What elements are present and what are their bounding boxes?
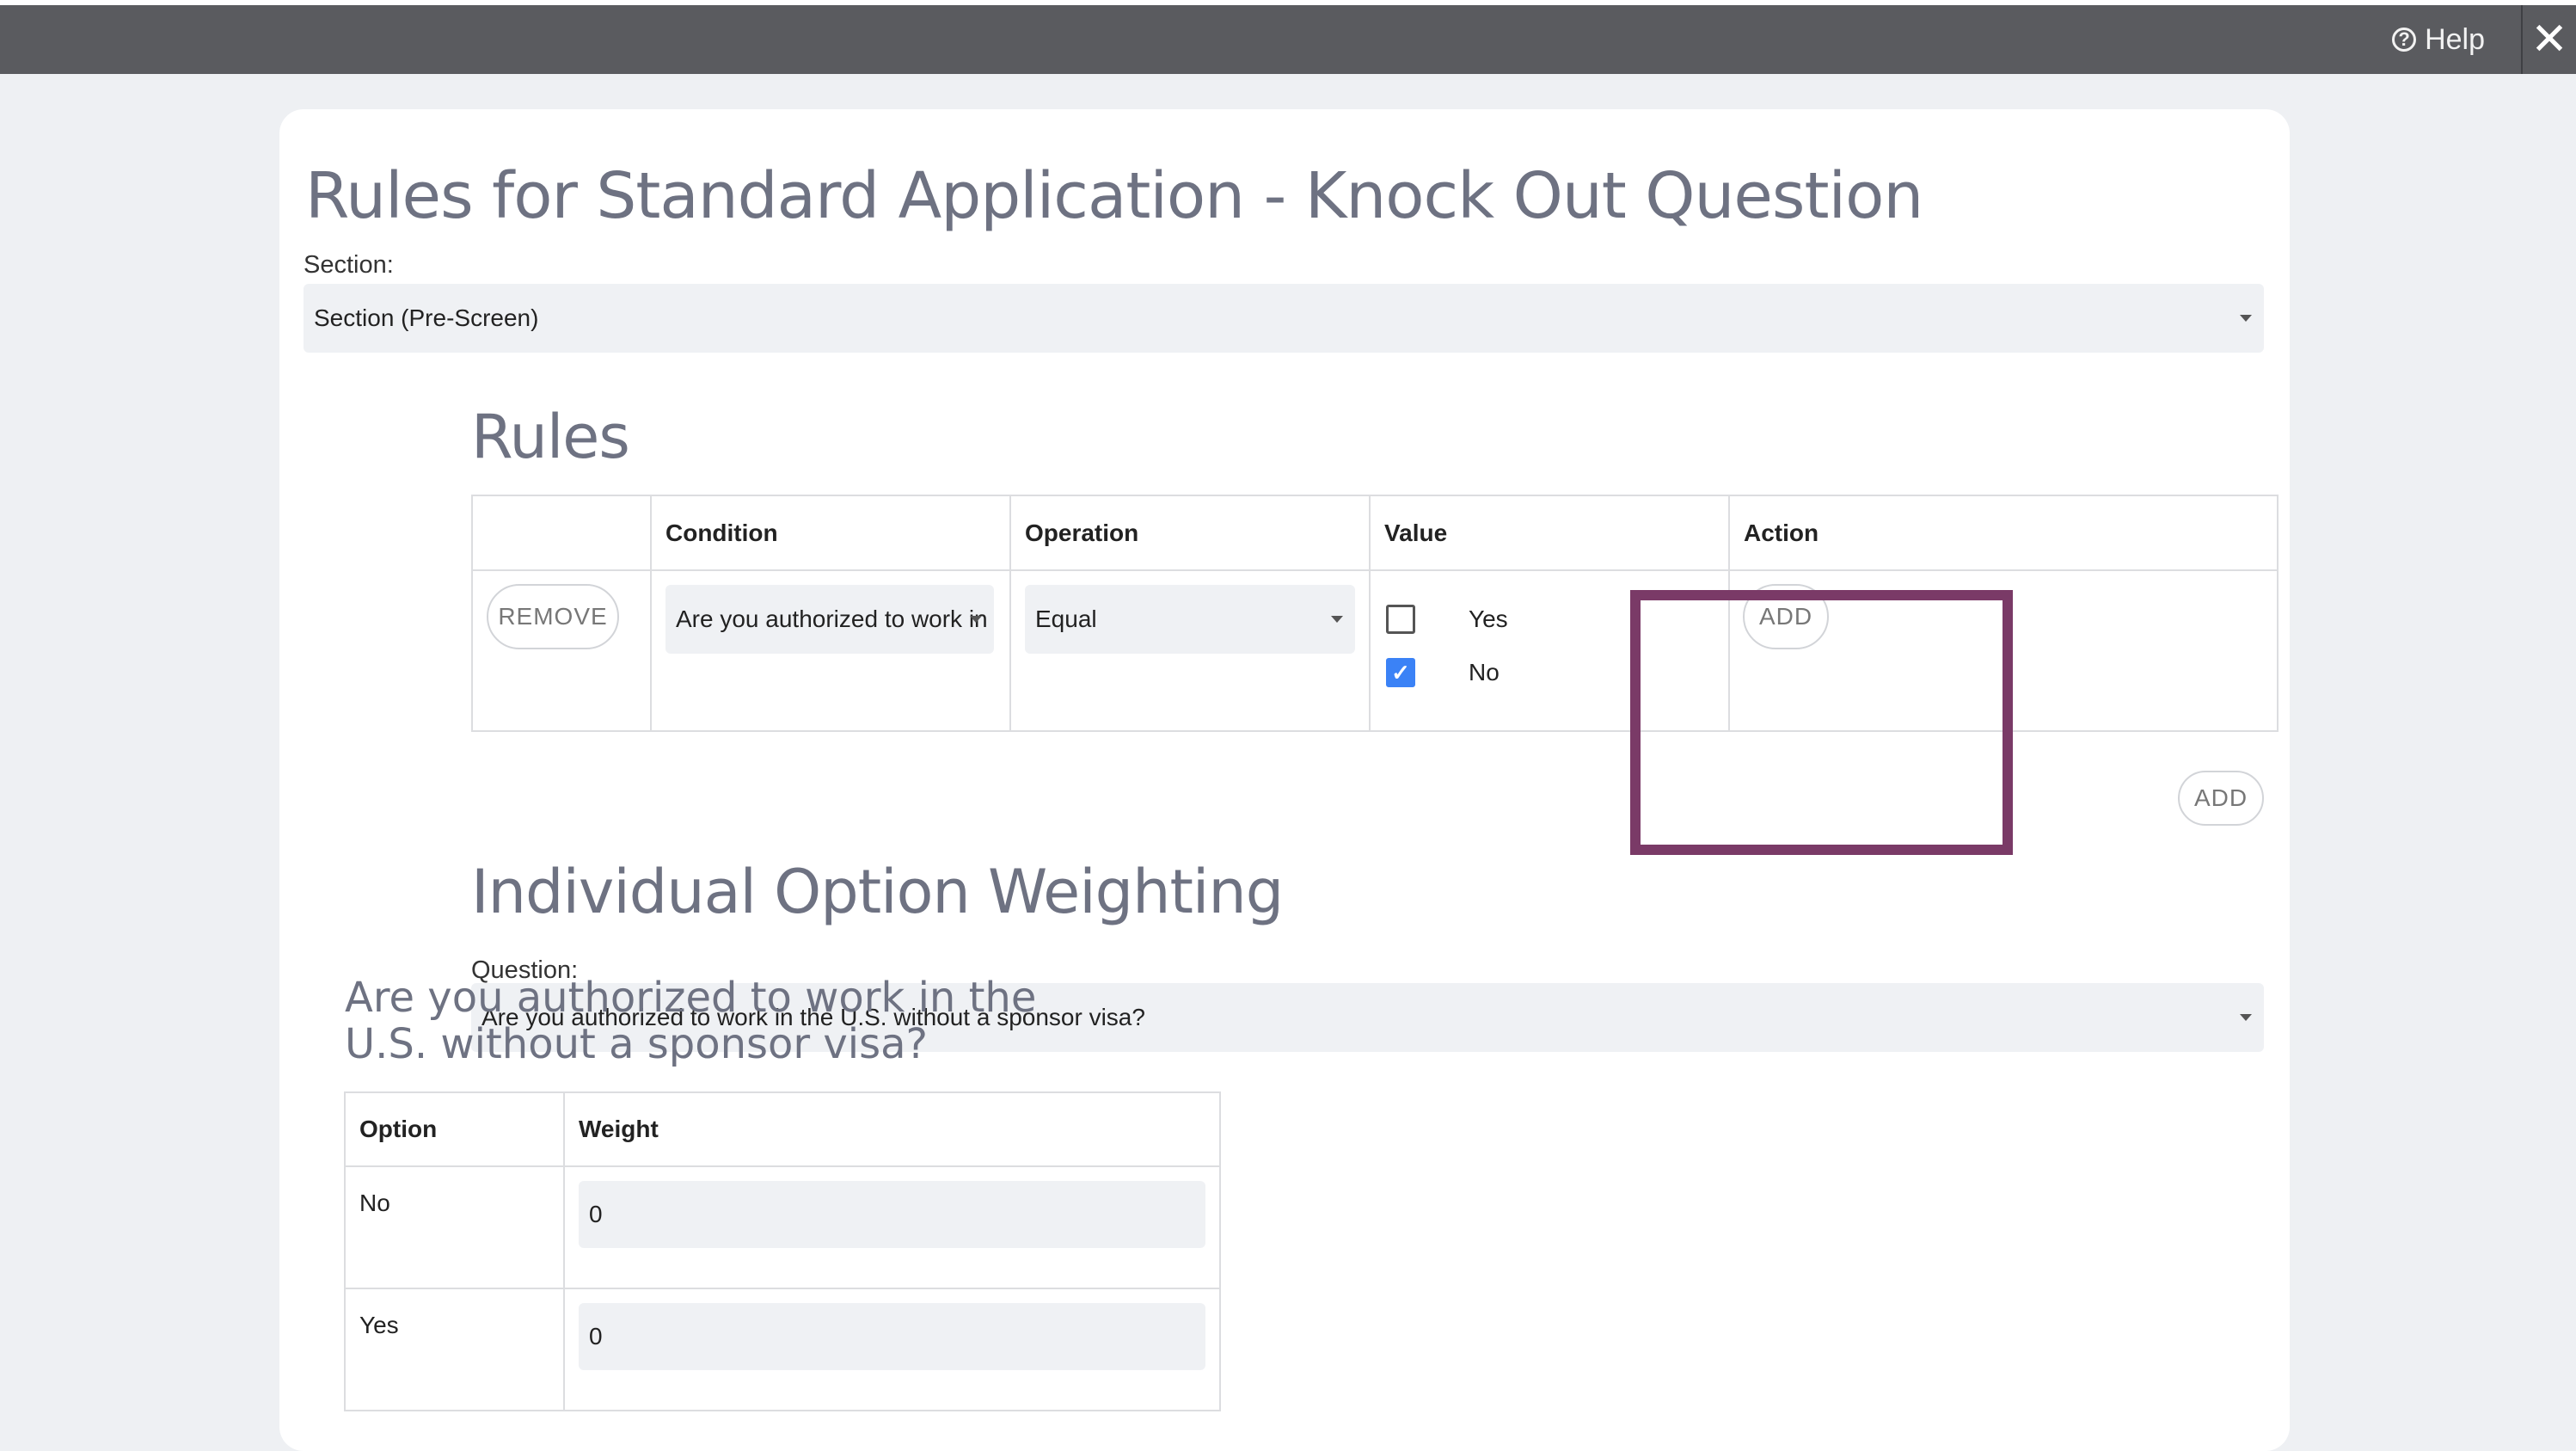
operation-select-value: Equal <box>1035 606 1097 632</box>
remove-cell: REMOVE <box>471 569 652 732</box>
weight-cell <box>563 1165 1221 1289</box>
top-bar: ? Help ✕ <box>0 5 2576 74</box>
close-button[interactable]: ✕ <box>2523 5 2576 74</box>
help-label: Help <box>2425 22 2485 56</box>
column-header-option: Option <box>344 1091 565 1167</box>
condition-select-value: Are you authorized to work in the U.S. w… <box>676 606 994 632</box>
rules-table: Condition Operation Value Action REMOVE … <box>471 495 2279 732</box>
checkbox-no[interactable]: ✓ <box>1386 658 1415 687</box>
question-title: Are you authorized to work in the U.S. w… <box>345 974 1037 1068</box>
checkbox-no-label: No <box>1469 659 1500 686</box>
option-cell: Yes <box>344 1288 565 1411</box>
page-title: Rules for Standard Application - Knock O… <box>305 159 1923 233</box>
column-header-condition: Condition <box>650 495 1011 571</box>
column-header-blank <box>471 495 652 571</box>
option-no: ✓ No <box>1371 646 1728 699</box>
section-label: Section: <box>304 251 394 279</box>
close-icon: ✕ <box>2530 15 2568 65</box>
chevron-down-icon <box>970 616 982 623</box>
value-cell: Yes ✓ No <box>1369 569 1730 732</box>
add-action-button[interactable]: ADD <box>1743 584 1829 649</box>
help-button[interactable]: ? Help <box>2392 5 2485 74</box>
weight-input[interactable] <box>579 1303 1205 1370</box>
column-header-operation: Operation <box>1009 495 1371 571</box>
section-select-value: Section (Pre-Screen) <box>314 304 539 331</box>
weighting-heading: Individual Option Weighting <box>471 857 1284 927</box>
option-cell: No <box>344 1165 565 1289</box>
column-header-value: Value <box>1369 495 1730 571</box>
rules-heading: Rules <box>471 402 630 472</box>
checkmark-icon: ✓ <box>1391 659 1410 686</box>
table-row: Yes <box>344 1288 1221 1411</box>
condition-cell: Are you authorized to work in the U.S. w… <box>650 569 1011 732</box>
checkbox-yes[interactable] <box>1386 605 1415 634</box>
question-circle-icon: ? <box>2392 28 2417 52</box>
operation-select[interactable]: Equal <box>1025 585 1355 654</box>
table-row: REMOVE Are you authorized to work in the… <box>471 569 2279 732</box>
section-select[interactable]: Section (Pre-Screen) <box>304 284 2264 353</box>
chevron-down-icon <box>2240 1014 2252 1021</box>
chevron-down-icon <box>2240 315 2252 322</box>
weighting-table: Option Weight No Yes <box>344 1091 1221 1411</box>
checkbox-yes-label: Yes <box>1469 606 1508 632</box>
condition-select[interactable]: Are you authorized to work in the U.S. w… <box>665 585 994 654</box>
weight-cell <box>563 1288 1221 1411</box>
table-row: No <box>344 1165 1221 1289</box>
remove-button[interactable]: REMOVE <box>487 584 619 649</box>
column-header-action: Action <box>1728 495 2279 571</box>
add-rule-button[interactable]: ADD <box>2178 771 2264 826</box>
option-yes: Yes <box>1371 593 1728 646</box>
operation-cell: Equal <box>1009 569 1371 732</box>
column-header-weight: Weight <box>563 1091 1221 1167</box>
weight-input[interactable] <box>579 1181 1205 1248</box>
chevron-down-icon <box>1331 616 1343 623</box>
action-cell: ADD <box>1728 569 2279 732</box>
